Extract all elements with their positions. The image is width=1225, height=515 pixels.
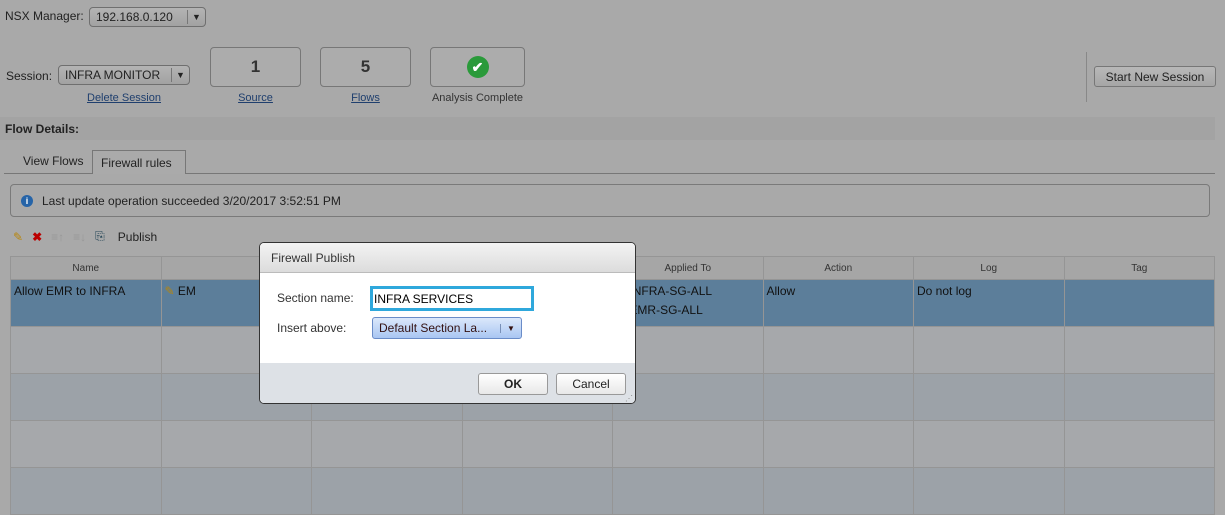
session-value: INFRA MONITOR xyxy=(65,68,161,82)
analysis-tile: ✔ xyxy=(430,47,525,87)
edit-icon: ✎ xyxy=(164,284,175,298)
table-row-empty xyxy=(10,467,1215,515)
flow-details-title: Flow Details: xyxy=(0,117,1215,140)
insert-above-label: Insert above: xyxy=(277,321,347,335)
tab-firewall-rules[interactable]: Firewall rules xyxy=(92,150,186,174)
source-link[interactable]: Source xyxy=(210,92,301,104)
pencil-icon[interactable]: ✎ xyxy=(13,230,23,244)
chevron-down-icon: ▼ xyxy=(500,323,521,333)
applied-to-item: INFRA-SG-ALL xyxy=(629,284,713,298)
info-message: Last update operation succeeded 3/20/201… xyxy=(42,193,341,208)
firewall-publish-dialog: Firewall Publish Section name: Insert ab… xyxy=(259,242,636,404)
check-circle-icon: ✔ xyxy=(466,56,489,78)
cell-tag xyxy=(1063,279,1215,327)
col-tag[interactable]: Tag xyxy=(1063,256,1215,280)
session-label: Session: xyxy=(6,69,53,83)
info-banner: i Last update operation succeeded 3/20/2… xyxy=(10,184,1210,217)
nsx-manager-select[interactable]: 192.168.0.120 ▼ xyxy=(89,7,206,27)
delete-session-link[interactable]: Delete Session xyxy=(60,92,188,104)
col-action[interactable]: Action xyxy=(762,256,914,280)
section-name-input[interactable] xyxy=(370,286,534,311)
cancel-button[interactable]: Cancel xyxy=(556,373,626,395)
info-icon: i xyxy=(21,194,33,207)
applied-to-item: EMR-SG-ALL xyxy=(629,303,703,317)
analysis-status: Analysis Complete xyxy=(431,92,524,104)
ok-button[interactable]: OK xyxy=(478,373,548,395)
nsx-manager-label: NSX Manager: xyxy=(5,9,84,23)
col-log[interactable]: Log xyxy=(913,256,1065,280)
insert-above-value: Default Section La... xyxy=(379,321,488,335)
section-name-label: Section name: xyxy=(277,291,354,305)
publish-button[interactable]: Publish xyxy=(118,230,157,244)
cell-name: Allow EMR to INFRA xyxy=(10,279,162,327)
col-name[interactable]: Name xyxy=(10,256,162,280)
nsx-manager-value: 192.168.0.120 xyxy=(96,10,173,24)
cell-2-text: EM xyxy=(177,284,196,298)
table-row-empty xyxy=(10,420,1215,468)
flows-tile[interactable]: 5 xyxy=(320,47,411,87)
source-tile[interactable]: 1 xyxy=(210,47,301,87)
divider xyxy=(1086,52,1087,102)
chevron-down-icon: ▼ xyxy=(171,68,189,82)
flows-link[interactable]: Flows xyxy=(320,92,411,104)
start-new-session-button[interactable]: Start New Session xyxy=(1094,66,1216,87)
move-up-icon: ≡↑ xyxy=(51,229,65,244)
tab-view-flows[interactable]: View Flows xyxy=(23,154,83,168)
dialog-title: Firewall Publish xyxy=(260,243,635,273)
publish-icon[interactable]: ⎘ xyxy=(95,229,105,244)
session-select[interactable]: INFRA MONITOR ▼ xyxy=(58,65,190,85)
cell-action: Allow xyxy=(762,279,914,327)
resize-handle-icon[interactable]: ⋰ xyxy=(625,394,633,403)
delete-icon[interactable]: ✖ xyxy=(32,230,42,244)
move-down-icon: ≡↓ xyxy=(73,229,87,244)
cell-log: Do not log xyxy=(913,279,1065,327)
chevron-down-icon: ▼ xyxy=(187,10,205,24)
insert-above-select[interactable]: Default Section La... ▼ xyxy=(372,317,522,339)
